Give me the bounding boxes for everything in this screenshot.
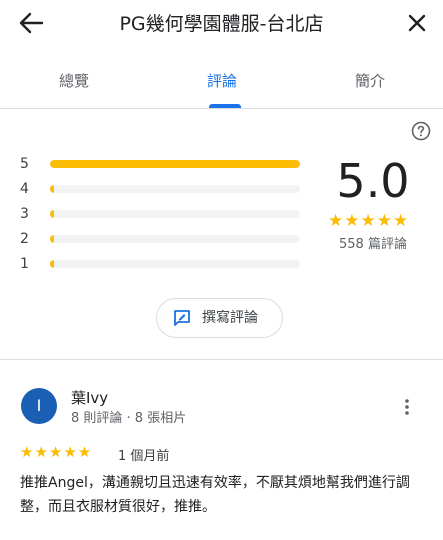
- rating-row-label: 5: [20, 156, 29, 172]
- review-count[interactable]: 558 篇評論: [320, 233, 426, 252]
- rating-bar-fill: [50, 260, 54, 268]
- rating-row-3: 3: [20, 204, 310, 224]
- rating-bar-track: [50, 235, 300, 243]
- more-options-icon[interactable]: [397, 397, 417, 417]
- rating-row-label: 4: [20, 181, 29, 197]
- help-icon[interactable]: [411, 121, 431, 141]
- rating-bar-track: [50, 210, 300, 218]
- rating-row-1: 1: [20, 254, 310, 274]
- tab-bar: 總覽 評論 簡介: [0, 54, 443, 109]
- reviewer-name[interactable]: 葉Ivy: [71, 387, 108, 408]
- write-review-button[interactable]: 撰寫評論: [156, 298, 283, 338]
- rating-row-5: 5: [20, 154, 310, 174]
- rating-bar-track: [50, 160, 300, 168]
- edit-review-icon: [173, 309, 191, 327]
- review-star-icons: ★★★★★: [20, 443, 93, 461]
- rating-row-4: 4: [20, 179, 310, 199]
- rating-row-label: 3: [20, 206, 29, 222]
- review-timestamp: 1 個月前: [118, 449, 170, 464]
- back-arrow-icon[interactable]: [16, 9, 46, 37]
- tab-reviews[interactable]: 評論: [148, 54, 296, 108]
- avatar[interactable]: I: [21, 388, 57, 424]
- tab-overview[interactable]: 總覽: [0, 54, 148, 108]
- app-header: PG幾何學園體服-台北店: [0, 0, 443, 46]
- active-tab-indicator: [209, 104, 241, 108]
- rating-bar-track: [50, 185, 300, 193]
- rating-bar-fill: [50, 160, 300, 168]
- rating-bar-fill: [50, 210, 54, 218]
- rating-row-label: 1: [20, 256, 29, 272]
- close-icon[interactable]: [403, 9, 431, 37]
- rating-bar-fill: [50, 235, 54, 243]
- rating-bar-track: [50, 260, 300, 268]
- write-review-label: 撰寫評論: [202, 310, 258, 326]
- tab-about[interactable]: 簡介: [296, 54, 443, 108]
- rating-row-label: 2: [20, 231, 29, 247]
- reviewer-meta: 8 則評論 · 8 張相片: [71, 411, 187, 426]
- average-star-icons: ★★★★★: [328, 211, 410, 231]
- section-divider: [0, 359, 443, 360]
- average-rating: 5.0: [336, 154, 410, 208]
- review-text: 推推Angel，溝通親切且迅速有效率，不厭其煩地幫我們進行調整，而且衣服材質很好…: [20, 475, 410, 515]
- rating-bar-fill: [50, 185, 54, 193]
- rating-row-2: 2: [20, 229, 310, 249]
- page-title: PG幾何學園體服-台北店: [119, 13, 324, 35]
